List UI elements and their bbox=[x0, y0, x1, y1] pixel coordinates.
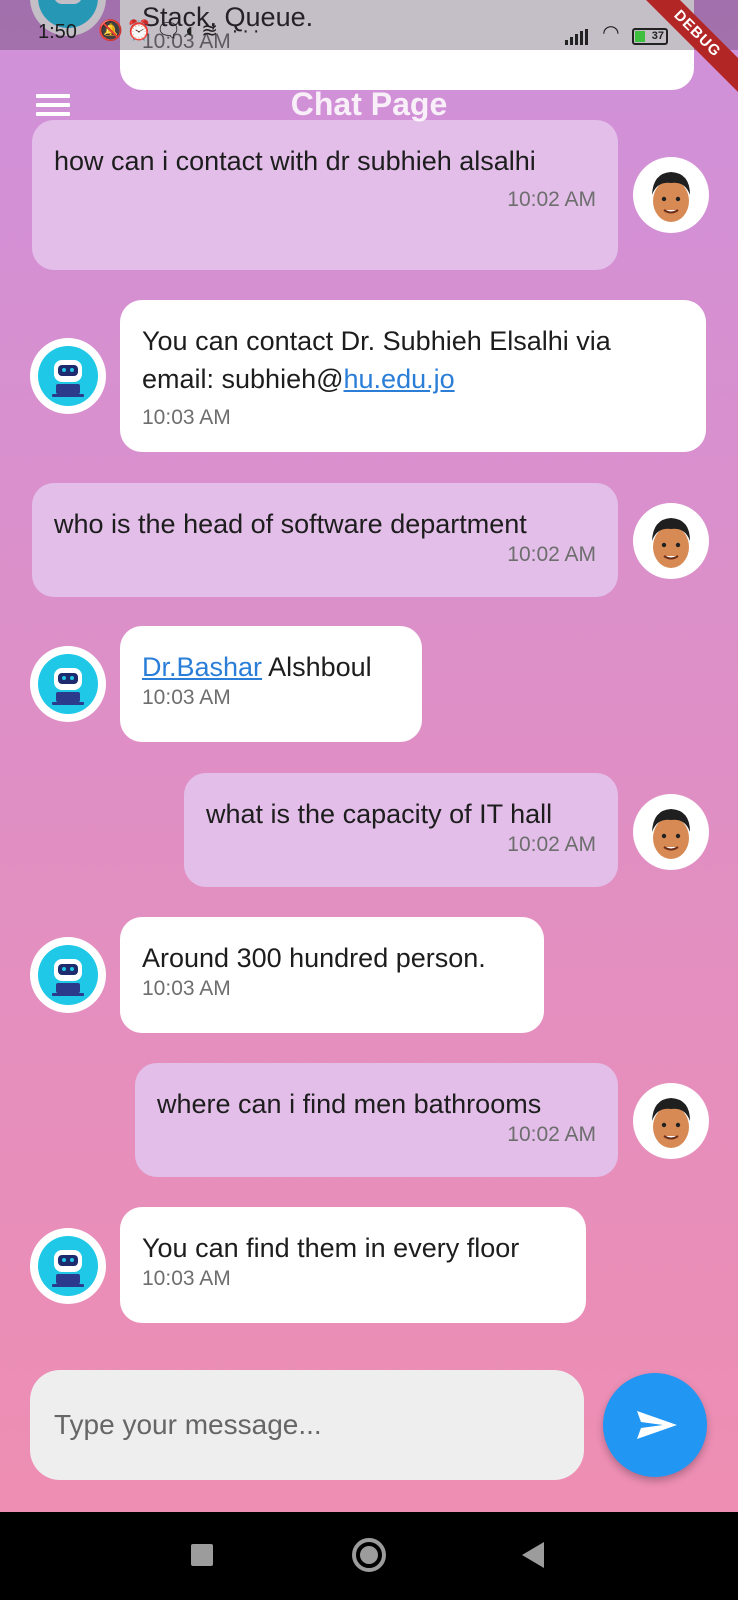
user-message-bubble: how can i contact with dr subhieh alsalh… bbox=[32, 120, 618, 270]
user-message-bubble: what is the capacity of IT hall 10:02 AM bbox=[184, 773, 618, 887]
user-avatar bbox=[633, 503, 709, 579]
user-avatar bbox=[633, 1083, 709, 1159]
message-time: 10:02 AM bbox=[507, 1123, 596, 1146]
status-right: ◠ 37 bbox=[564, 20, 668, 45]
page-title: Chat Page bbox=[290, 86, 448, 122]
battery-icon: 37 bbox=[632, 28, 668, 45]
bot-avatar bbox=[30, 937, 106, 1013]
bot-message-bubble: You can contact Dr. Subhieh Elsalhi via … bbox=[120, 300, 706, 452]
message-text: Dr.Bashar Alshboul bbox=[142, 648, 400, 686]
bot-avatar bbox=[30, 1228, 106, 1304]
battery-level: 37 bbox=[651, 30, 664, 42]
user-message-bubble: who is the head of software department 1… bbox=[32, 483, 618, 597]
message-time: 10:02 AM bbox=[507, 543, 596, 566]
bot-message-bubble: Around 300 hundred person. 10:03 AM bbox=[120, 917, 544, 1033]
user-avatar bbox=[633, 794, 709, 870]
message-text: where can i find men bathrooms bbox=[157, 1089, 542, 1119]
message-text: Around 300 hundred person. bbox=[142, 943, 486, 973]
message-time: 10:03 AM bbox=[142, 977, 231, 1000]
send-button[interactable] bbox=[603, 1373, 707, 1477]
back-button[interactable] bbox=[522, 1542, 544, 1568]
wifi-icon: ◠ bbox=[602, 22, 620, 44]
message-text: You can find them in every floor bbox=[142, 1233, 520, 1263]
message-time: 10:02 AM bbox=[507, 833, 596, 856]
name-link[interactable]: Dr.Bashar bbox=[142, 652, 262, 682]
message-time: 10:02 AM bbox=[507, 188, 596, 211]
message-input-container bbox=[30, 1370, 584, 1480]
message-text: how can i contact with dr subhieh alsalh… bbox=[54, 146, 536, 176]
bot-message-bubble: Dr.Bashar Alshboul 10:03 AM bbox=[120, 626, 422, 742]
user-message-bubble: where can i find men bathrooms 10:02 AM bbox=[135, 1063, 618, 1177]
recents-button[interactable] bbox=[191, 1544, 213, 1566]
home-button[interactable] bbox=[352, 1538, 386, 1572]
message-text: who is the head of software department bbox=[54, 509, 527, 539]
signal-icon bbox=[564, 29, 588, 45]
message-text: You can contact Dr. Subhieh Elsalhi via … bbox=[142, 322, 684, 398]
status-bar: 1:50 🔕⏰🗨◐≋ ··· ◠ 37 bbox=[0, 0, 738, 50]
message-text-after: Alshboul bbox=[262, 652, 372, 682]
bot-message-bubble: You can find them in every floor 10:03 A… bbox=[120, 1207, 586, 1323]
status-time: 1:50 bbox=[38, 21, 77, 43]
notification-icons: 🔕⏰🗨◐≋ ··· bbox=[98, 20, 264, 42]
send-icon bbox=[637, 1411, 677, 1439]
bot-avatar bbox=[30, 338, 106, 414]
bot-avatar bbox=[30, 646, 106, 722]
message-text: what is the capacity of IT hall bbox=[206, 799, 553, 829]
message-time: 10:03 AM bbox=[142, 686, 231, 709]
user-avatar bbox=[633, 157, 709, 233]
message-time: 10:03 AM bbox=[142, 1267, 231, 1290]
email-domain-link[interactable]: hu.edu.jo bbox=[344, 364, 455, 394]
message-time: 10:03 AM bbox=[142, 406, 231, 429]
message-input[interactable] bbox=[30, 1370, 584, 1480]
